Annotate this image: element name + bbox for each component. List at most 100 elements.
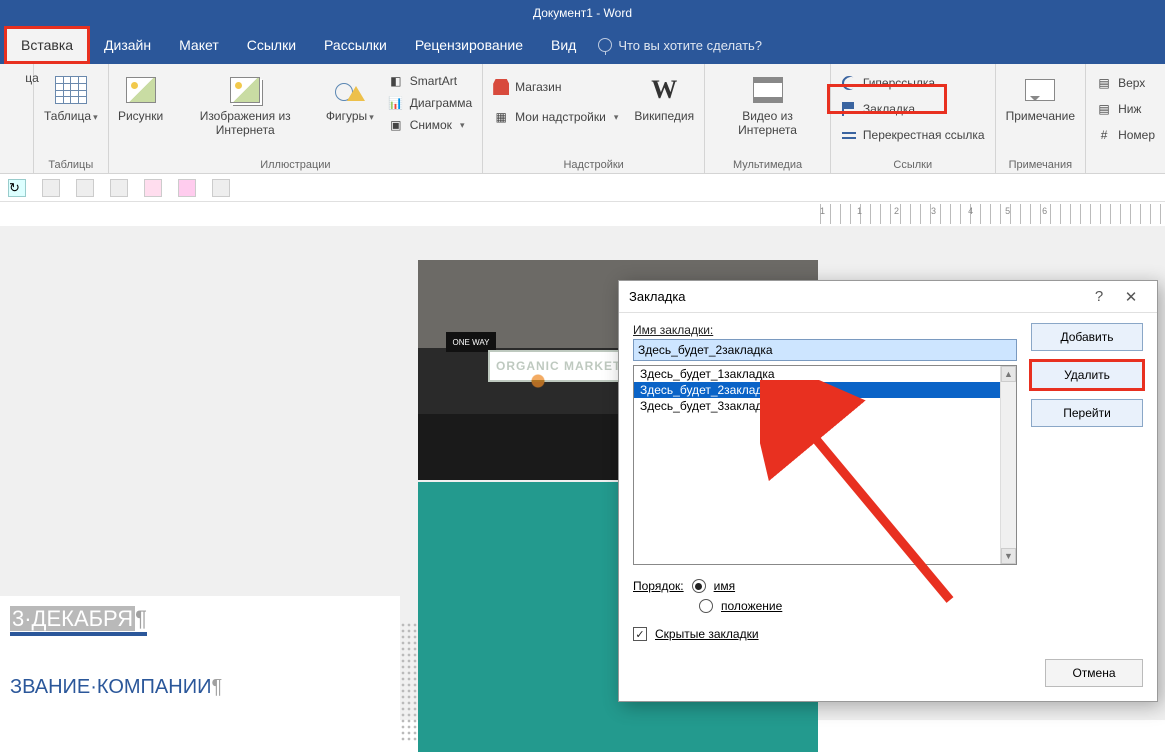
hidden-bookmarks-label: Скрытые закладки: [655, 627, 759, 641]
bookmark-listbox[interactable]: Здесь_будет_1закладка Здесь_будет_2закла…: [633, 365, 1017, 565]
sort-by-name-label: имя: [714, 579, 735, 593]
dialog-title: Закладка: [629, 289, 686, 304]
page-number-icon: #: [1096, 127, 1112, 143]
group-label-links: Ссылки: [835, 159, 991, 173]
halftone-decoration: [400, 622, 418, 742]
dialog-help-button[interactable]: ?: [1083, 288, 1115, 305]
group-media: Видео из Интернета Мультимедиа: [705, 64, 831, 173]
sort-by-name-radio[interactable]: [692, 579, 706, 593]
tab-layout[interactable]: Макет: [165, 26, 233, 64]
footer-icon: ▤: [1096, 101, 1112, 117]
bookmark-name-label: Имя закладки:: [633, 323, 1017, 337]
online-pictures-button[interactable]: Изображения из Интернета: [173, 70, 318, 140]
shapes-button[interactable]: Фигуры▾: [322, 70, 378, 126]
group-comments: Примечание Примечания: [996, 64, 1086, 173]
company-heading: ЗВАНИЕ·КОМПАНИИ¶: [10, 676, 390, 699]
group-tables: Таблица▾ Таблицы: [34, 64, 109, 173]
page-number-button[interactable]: #Номер: [1092, 126, 1159, 144]
addins-icon: ▦: [493, 109, 509, 125]
sort-label: Порядок:: [633, 579, 684, 593]
smartart-icon: ◧: [388, 73, 404, 89]
online-video-button[interactable]: Видео из Интернета: [709, 70, 826, 140]
comment-icon: [1022, 72, 1058, 108]
crossref-button[interactable]: Перекрестная ссылка: [837, 126, 989, 144]
qat-redo[interactable]: ↻: [8, 179, 26, 197]
header-button[interactable]: ▤Верх: [1092, 74, 1159, 92]
hidden-bookmarks-checkbox[interactable]: ✓: [633, 627, 647, 641]
listbox-scrollbar[interactable]: ▲ ▼: [1000, 366, 1016, 564]
flag-icon: [841, 101, 857, 117]
sort-by-location-radio[interactable]: [699, 599, 713, 613]
tab-view[interactable]: Вид: [537, 26, 590, 64]
wikipedia-icon: W: [646, 72, 682, 108]
title-bar: Документ1 - Word: [0, 0, 1165, 26]
tab-review[interactable]: Рецензирование: [401, 26, 537, 64]
ruler-numbers: 1123456: [820, 206, 1047, 216]
store-button[interactable]: Магазин: [489, 78, 622, 96]
delete-button[interactable]: Удалить: [1031, 361, 1143, 389]
group-label-addins: Надстройки: [487, 159, 700, 173]
date-heading: 3·ДЕКАБРЯ¶: [10, 606, 147, 636]
hyperlink-button[interactable]: Гиперссылка: [837, 74, 989, 92]
secondary-toolbar: ↻: [0, 174, 1165, 202]
cancel-button[interactable]: Отмена: [1045, 659, 1143, 687]
document-text-column: 3·ДЕКАБРЯ¶ ЗВАНИЕ·КОМПАНИИ¶: [0, 596, 400, 720]
group-label-comments: Примечания: [1000, 159, 1081, 173]
chart-icon: 📊: [388, 95, 404, 111]
list-item[interactable]: Здесь_будет_1закладка: [634, 366, 1016, 382]
group-pages-partial: ца: [0, 64, 34, 173]
oneway-sign: ONE WAY: [446, 332, 496, 352]
table-icon: [53, 72, 89, 108]
ribbon: ца Таблица▾ Таблицы Рисунки Изображения …: [0, 64, 1165, 174]
comment-button[interactable]: Примечание: [1000, 70, 1081, 126]
pictures-button[interactable]: Рисунки: [113, 70, 169, 126]
tab-mailings[interactable]: Рассылки: [310, 26, 401, 64]
my-addins-button[interactable]: ▦Мои надстройки▾: [489, 108, 622, 126]
group-label-media: Мультимедиа: [709, 159, 826, 173]
ribbon-tabstrip: Вставка Дизайн Макет Ссылки Рассылки Рец…: [0, 26, 1165, 64]
qat-btn-3[interactable]: [110, 179, 128, 197]
tab-insert[interactable]: Вставка: [4, 26, 90, 64]
link-icon: [841, 75, 857, 91]
wikipedia-button[interactable]: W Википедия: [628, 70, 700, 126]
film-icon: [750, 72, 786, 108]
dialog-close-button[interactable]: ✕: [1115, 288, 1147, 306]
chart-button[interactable]: 📊Диаграмма: [384, 94, 476, 112]
group-illustrations: Рисунки Изображения из Интернета Фигуры▾…: [109, 64, 484, 173]
header-icon: ▤: [1096, 75, 1112, 91]
shapes-icon: [332, 72, 368, 108]
horizontal-ruler[interactable]: 1123456: [0, 202, 1165, 226]
qat-btn-5[interactable]: [178, 179, 196, 197]
list-item[interactable]: Здесь_будет_3закладка: [634, 398, 1016, 414]
tab-design[interactable]: Дизайн: [90, 26, 165, 64]
bookmark-dialog: Закладка ? ✕ Имя закладки: Здесь_будет_1…: [618, 280, 1158, 702]
dialog-titlebar[interactable]: Закладка ? ✕: [619, 281, 1157, 313]
sort-by-location-label: положение: [721, 599, 782, 613]
screenshot-button[interactable]: ▣Снимок▾: [384, 116, 476, 134]
table-button[interactable]: Таблица▾: [38, 70, 104, 126]
store-icon: [493, 79, 509, 95]
crossref-icon: [841, 127, 857, 143]
online-pictures-icon: [227, 72, 263, 108]
tab-references[interactable]: Ссылки: [233, 26, 310, 64]
qat-btn-2[interactable]: [76, 179, 94, 197]
lightbulb-icon: [598, 38, 612, 52]
screenshot-icon: ▣: [388, 117, 404, 133]
add-button[interactable]: Добавить: [1031, 323, 1143, 351]
document-title: Документ1 - Word: [533, 6, 632, 20]
bookmark-name-input[interactable]: [633, 339, 1017, 361]
scroll-down-icon[interactable]: ▼: [1001, 548, 1016, 564]
footer-button[interactable]: ▤Ниж: [1092, 100, 1159, 118]
tell-me-search[interactable]: Что вы хотите сделать?: [598, 26, 762, 64]
group-headerfooter-partial: ▤Верх ▤Ниж #Номер: [1086, 64, 1165, 173]
smartart-button[interactable]: ◧SmartArt: [384, 72, 476, 90]
qat-btn-6[interactable]: [212, 179, 230, 197]
qat-btn-4[interactable]: [144, 179, 162, 197]
bookmark-button[interactable]: Закладка: [837, 100, 989, 118]
scroll-up-icon[interactable]: ▲: [1001, 366, 1016, 382]
group-label-tables: Таблицы: [38, 159, 104, 173]
qat-btn-1[interactable]: [42, 179, 60, 197]
goto-button[interactable]: Перейти: [1031, 399, 1143, 427]
group-label-illustrations: Иллюстрации: [113, 159, 479, 173]
list-item[interactable]: Здесь_будет_2закладка: [634, 382, 1016, 398]
